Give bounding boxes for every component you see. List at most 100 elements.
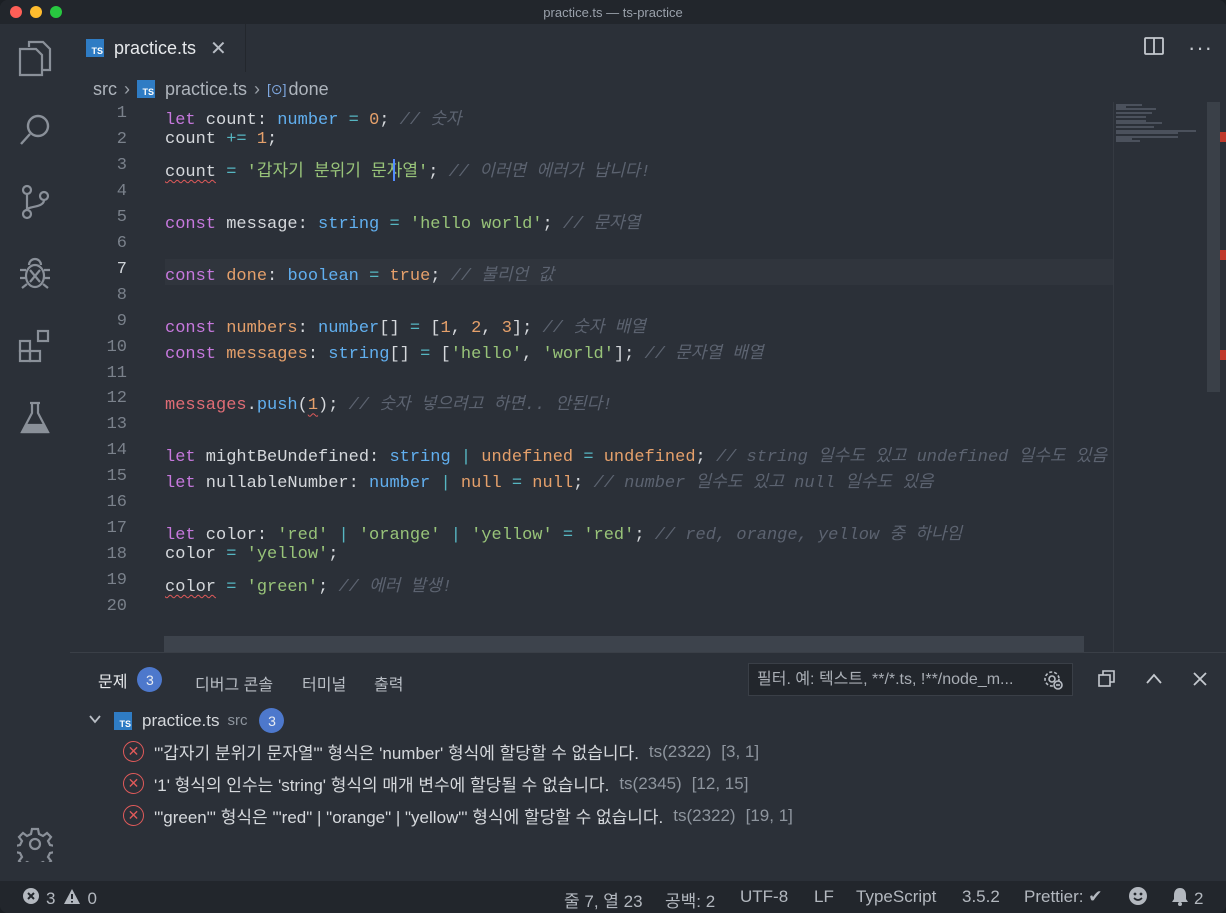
error-marker [1219, 132, 1226, 142]
language-mode[interactable]: TypeScript [856, 887, 936, 907]
problems-status[interactable]: 3 0 [22, 887, 97, 910]
explorer-icon[interactable] [15, 38, 55, 78]
code-line[interactable]: color = 'green'; // 에러 발생! [165, 571, 452, 597]
code-line[interactable]: let nullableNumber: number | null = null… [165, 467, 934, 493]
chevron-right-icon: › [124, 78, 130, 99]
problem-position: [3, 1] [721, 741, 760, 761]
error-icon [22, 887, 40, 910]
text-cursor [393, 159, 395, 181]
more-icon[interactable]: ··· [1188, 35, 1213, 61]
collapse-icon[interactable] [1144, 669, 1164, 694]
breadcrumb-file[interactable]: practice.ts [165, 79, 247, 100]
activity-bar [0, 24, 70, 881]
problem-group-practice-ts[interactable]: TS practice.ts src 3 [88, 708, 285, 733]
error-marker [1219, 250, 1226, 260]
line-number: 17 [106, 519, 127, 539]
line-number: 12 [106, 389, 127, 409]
encoding[interactable]: UTF-8 [740, 887, 788, 907]
source-control-icon[interactable] [15, 182, 55, 222]
chevron-down-icon [88, 712, 102, 729]
settings-icon[interactable] [15, 824, 55, 864]
chevron-right-icon: › [254, 78, 261, 99]
bell-icon [1171, 887, 1189, 911]
error-marker [1219, 350, 1226, 360]
vscode-window: practice.ts — ts-practice TS practice.ts… [0, 0, 1226, 913]
test-icon[interactable] [15, 398, 55, 438]
code-line[interactable]: const done: boolean = true; // 불리언 값 [165, 260, 554, 286]
line-number: 4 [116, 181, 127, 201]
code-line[interactable]: const numbers: number[] = [1, 2, 3]; // … [165, 312, 646, 338]
typescript-file-icon: TS [86, 39, 104, 57]
group-folder: src [227, 712, 248, 729]
tab-terminal[interactable]: 터미널 [302, 671, 346, 695]
tab-output[interactable]: 출력 [374, 671, 403, 695]
line-number: 1 [116, 104, 127, 123]
code-line[interactable]: const messages: string[] = ['hello', 'wo… [165, 338, 764, 364]
split-editor-icon[interactable] [1143, 35, 1165, 62]
warning-icon [63, 888, 81, 910]
tab-close-icon[interactable]: ✕ [210, 36, 227, 61]
warning-count: 0 [87, 888, 97, 908]
close-icon[interactable] [1190, 669, 1210, 694]
breadcrumb-symbol[interactable]: done [289, 79, 329, 100]
code-line[interactable]: const message: string = 'hello world'; /… [165, 208, 640, 234]
line-number: 3 [116, 155, 127, 175]
code-line[interactable]: let mightBeUndefined: string | undefined… [165, 441, 1107, 467]
notification-count: 2 [1194, 889, 1204, 908]
group-file-name: practice.ts [142, 710, 220, 730]
problem-code: ts(2345) [619, 773, 682, 793]
code-line[interactable]: let color: 'red' | 'orange' | 'yellow' =… [165, 519, 962, 545]
notifications[interactable]: 2 [1171, 887, 1203, 911]
end-of-line[interactable]: LF [814, 887, 834, 907]
problem-row[interactable]: ✕ '1' 형식의 인수는 'string' 형식의 매개 변수에 할당될 수 … [123, 771, 748, 796]
debug-icon[interactable] [15, 254, 55, 294]
extensions-icon[interactable] [15, 326, 55, 366]
filter-settings-icon[interactable] [1042, 669, 1064, 696]
error-count: 3 [46, 888, 56, 908]
cursor-position[interactable]: 줄 7, 열 23 [564, 887, 643, 912]
problem-row[interactable]: ✕ '"갑자기 분위기 문자열"' 형식은 'number' 형식에 할당할 수… [123, 739, 759, 764]
typescript-file-icon: TS [114, 711, 132, 730]
tab-debug-console[interactable]: 디버그 콘솔 [195, 671, 273, 695]
problem-message: '1' 형식의 인수는 'string' 형식의 매개 변수에 할당될 수 없습… [154, 776, 610, 795]
search-icon[interactable] [15, 110, 55, 150]
group-count-badge: 3 [259, 708, 285, 733]
window-title: practice.ts — ts-practice [543, 5, 683, 20]
vertical-scrollbar[interactable] [1207, 102, 1220, 392]
line-number: 11 [106, 363, 127, 383]
tab-label: practice.ts [114, 37, 197, 58]
line-number: 5 [116, 207, 127, 227]
code-line[interactable]: messages.push(1); // 숫자 넣으려고 하면.. 안된다! [165, 389, 613, 415]
line-number: 8 [116, 285, 127, 305]
prettier-status[interactable]: Prettier: ✔ [1024, 887, 1102, 907]
problem-count-badge: 3 [137, 667, 163, 692]
problem-message: '"green"' 형식은 '"red" | "orange" | "yello… [154, 808, 664, 827]
status-bar: 3 0 줄 7, 열 23 공백: 2 UTF-8 LF TypeScript … [0, 881, 1226, 913]
problem-row[interactable]: ✕ '"green"' 형식은 '"red" | "orange" | "yel… [123, 803, 793, 828]
code-line[interactable]: let count: number = 0; // 숫자 [165, 104, 462, 130]
problem-message: '"갑자기 분위기 문자열"' 형식은 'number' 형식에 할당할 수 없… [154, 744, 639, 763]
problem-position: [19, 1] [745, 805, 793, 825]
code-line[interactable]: color = 'yellow'; [165, 545, 338, 564]
line-number: 13 [106, 415, 127, 435]
variable-symbol-icon: [⊙] [267, 80, 287, 97]
horizontal-scrollbar[interactable] [164, 636, 1084, 652]
problem-filter-input[interactable]: 필터. 예: 텍스트, **/*.ts, !**/node_m... [748, 663, 1073, 696]
code-line[interactable]: count += 1; [165, 130, 277, 149]
code-editor[interactable]: 1 2 3 4 5 6 7 8 9 10 11 12 13 14 15 16 17 18 19 20 let coun… [70, 102, 1114, 652]
maximize-icon[interactable] [1097, 669, 1117, 694]
breadcrumb: src › TS practice.ts › [⊙] done [93, 78, 329, 100]
indentation[interactable]: 공백: 2 [665, 887, 715, 912]
line-number: 6 [116, 233, 127, 253]
breadcrumb-folder[interactable]: src [93, 79, 117, 100]
line-number: 2 [116, 129, 127, 149]
problem-code: ts(2322) [648, 741, 712, 761]
tab-label: 문제 [98, 673, 128, 691]
typescript-version[interactable]: 3.5.2 [962, 887, 1000, 907]
code-line[interactable]: count = '갑자기 분위기 문자열'; // 이러면 에러가 납니다! [165, 156, 651, 182]
tab-practice-ts[interactable]: TS practice.ts ✕ [70, 24, 246, 72]
error-icon: ✕ [123, 741, 144, 762]
smiley-icon[interactable] [1128, 886, 1148, 911]
tab-problems[interactable]: 문제 3 [98, 667, 163, 692]
line-number: 16 [106, 493, 127, 513]
